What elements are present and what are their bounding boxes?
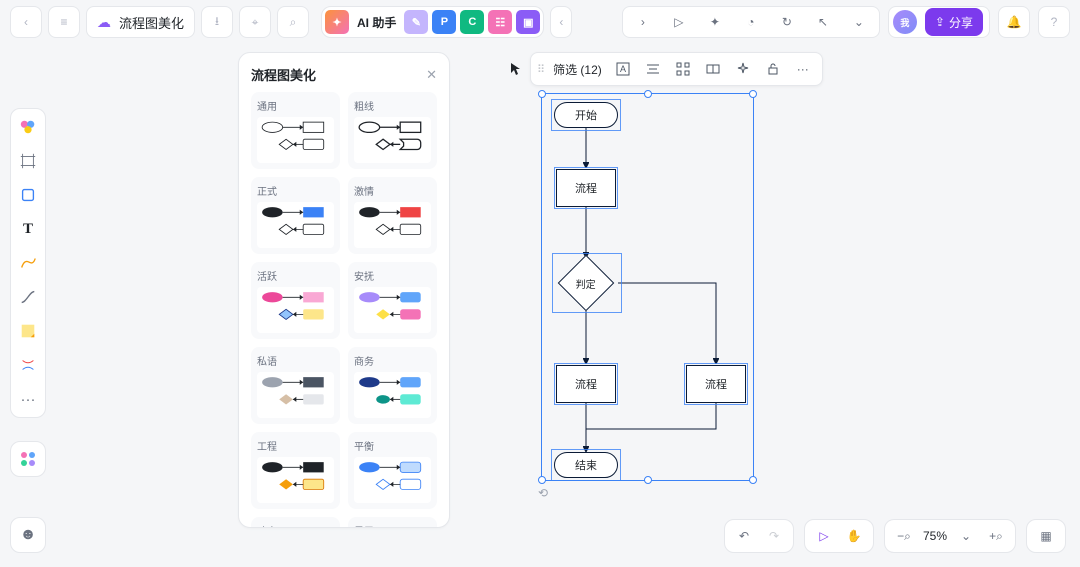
expand-icon[interactable]: › xyxy=(629,8,657,36)
play-icon[interactable]: ▷ xyxy=(665,8,693,36)
tool-cross[interactable] xyxy=(16,353,40,377)
ai-label[interactable]: AI 助手 xyxy=(353,14,400,31)
template-grid: 通用 粗线 xyxy=(251,92,437,528)
topbar-right: › ▷ ✦ ◔ ↻ ↖ ⌄ 我 ⇪ 分享 🔔 ? xyxy=(622,6,1070,38)
template-card[interactable]: 活跃 xyxy=(251,262,340,339)
toolbar-more-button[interactable]: ··· xyxy=(790,56,816,82)
ai-tool-c[interactable]: C xyxy=(460,10,484,34)
zoom-in-button[interactable]: +⌕ xyxy=(985,525,1007,547)
comment-icon[interactable]: ◔ xyxy=(737,8,765,36)
template-card[interactable]: 安抚 xyxy=(348,262,437,339)
toolbar-magic-button[interactable] xyxy=(730,56,756,82)
toolbar-text-button[interactable]: A xyxy=(610,56,636,82)
topbar: ‹ ≡ ☁ 流程图美化 ⭳ ⌖ ⌕ ✦ AI 助手 ✎ P C ☷ ▣ ‹ › … xyxy=(0,0,1080,44)
tool-pen[interactable] xyxy=(16,251,40,275)
menu-button[interactable]: ≡ xyxy=(48,6,80,38)
collapse-button[interactable]: ‹ xyxy=(550,6,572,38)
flow-process-node[interactable]: 流程 xyxy=(686,365,746,403)
ai-cluster: ✦ AI 助手 ✎ P C ☷ ▣ xyxy=(321,6,544,38)
toolbar-grid-button[interactable] xyxy=(670,56,696,82)
flow-process-node[interactable]: 流程 xyxy=(556,365,616,403)
selection-toolbar: ⠿ 筛选 (12) A ··· xyxy=(530,52,823,86)
ai-tool-2[interactable]: ☷ xyxy=(488,10,512,34)
template-card[interactable]: 通用 xyxy=(251,92,340,169)
zoom-dropdown[interactable]: ⌄ xyxy=(955,525,977,547)
ai-icon[interactable]: ✦ xyxy=(325,10,349,34)
beautify-panel: 流程图美化 ✕ 通用 粗线 xyxy=(238,52,450,528)
toolbar-unlock-button[interactable] xyxy=(760,56,786,82)
minimap-button[interactable]: ▦ xyxy=(1026,519,1066,553)
tool-sticky[interactable] xyxy=(16,319,40,343)
history-icon[interactable]: ↻ xyxy=(773,8,801,36)
history-group: ↶ ↷ xyxy=(724,519,794,553)
ai-tool-3[interactable]: ▣ xyxy=(516,10,540,34)
zoom-group: −⌕ 75% ⌄ +⌕ xyxy=(884,519,1016,553)
template-card[interactable]: 私语 xyxy=(251,347,340,424)
doc-title-chip[interactable]: ☁ 流程图美化 xyxy=(86,6,195,38)
help-button[interactable]: ? xyxy=(1038,6,1070,38)
more-icon[interactable]: ⌄ xyxy=(845,8,873,36)
hand-tool[interactable]: ✋ xyxy=(843,525,865,547)
apps-button[interactable] xyxy=(10,441,46,477)
flow-start-node[interactable]: 开始 xyxy=(554,102,618,128)
doc-title: 流程图美化 xyxy=(119,13,184,32)
panel-title: 流程图美化 xyxy=(251,65,316,84)
cursor-indicator xyxy=(510,62,524,76)
tool-connector[interactable] xyxy=(16,285,40,309)
template-card[interactable]: 粗线 xyxy=(348,92,437,169)
cursor-icon[interactable]: ↖ xyxy=(809,8,837,36)
zoom-out-button[interactable]: −⌕ xyxy=(893,525,915,547)
redo-button[interactable]: ↷ xyxy=(763,525,785,547)
tool-shape[interactable] xyxy=(16,183,40,207)
pointer-group: ▷ ✋ xyxy=(804,519,874,553)
bell-button[interactable]: 🔔 xyxy=(998,6,1030,38)
panel-close-button[interactable]: ✕ xyxy=(426,67,437,83)
selection-count: 筛选 (12) xyxy=(549,61,606,78)
template-card[interactable]: 平衡 xyxy=(348,432,437,509)
share-label: 分享 xyxy=(949,14,973,31)
template-card[interactable]: 工程 xyxy=(251,432,340,509)
share-icon: ⇪ xyxy=(935,15,945,29)
pointer-tool[interactable]: ▷ xyxy=(813,525,835,547)
export-button[interactable]: ⭳ xyxy=(201,6,233,38)
back-button[interactable]: ‹ xyxy=(10,6,42,38)
present-group: › ▷ ✦ ◔ ↻ ↖ ⌄ xyxy=(622,6,880,38)
template-card[interactable]: 正式 xyxy=(251,177,340,254)
topbar-left: ‹ ≡ ☁ 流程图美化 ⭳ ⌖ ⌕ ✦ AI 助手 ✎ P C ☷ ▣ ‹ xyxy=(10,6,572,38)
template-card[interactable]: 星巴 xyxy=(348,517,437,528)
tool-color[interactable] xyxy=(16,115,40,139)
zoom-level[interactable]: 75% xyxy=(923,529,947,543)
toolbar-group-button[interactable] xyxy=(700,56,726,82)
feedback-button[interactable]: ☻ xyxy=(10,517,46,553)
search-button[interactable]: ⌕ xyxy=(277,6,309,38)
template-card[interactable]: 暗夜 xyxy=(251,517,340,528)
toolbar-align-button[interactable] xyxy=(640,56,666,82)
tag-button[interactable]: ⌖ xyxy=(239,6,271,38)
flowchart: 开始 流程 判定 流程 流程 结束 xyxy=(540,95,770,495)
flow-process-node[interactable]: 流程 xyxy=(556,169,616,207)
ai-tool-p[interactable]: P xyxy=(432,10,456,34)
bottom-right-controls: ↶ ↷ ▷ ✋ −⌕ 75% ⌄ +⌕ ▦ xyxy=(724,519,1066,553)
undo-button[interactable]: ↶ xyxy=(733,525,755,547)
share-button[interactable]: ⇪ 分享 xyxy=(925,8,983,36)
tool-text[interactable]: T xyxy=(16,217,40,241)
share-group: 我 ⇪ 分享 xyxy=(888,6,990,38)
flow-end-node[interactable]: 结束 xyxy=(554,452,618,478)
cloud-icon: ☁ xyxy=(97,14,111,31)
minimap-icon: ▦ xyxy=(1035,525,1057,547)
left-toolbar: T ··· xyxy=(10,108,46,418)
tool-frame[interactable] xyxy=(16,149,40,173)
ai-tool-1[interactable]: ✎ xyxy=(404,10,428,34)
sparkle-icon[interactable]: ✦ xyxy=(701,8,729,36)
template-card[interactable]: 激情 xyxy=(348,177,437,254)
template-card[interactable]: 商务 xyxy=(348,347,437,424)
drag-handle-icon[interactable]: ⠿ xyxy=(537,63,543,76)
tool-more[interactable]: ··· xyxy=(16,387,40,411)
svg-text:A: A xyxy=(620,64,626,74)
avatar[interactable]: 我 xyxy=(893,10,917,34)
